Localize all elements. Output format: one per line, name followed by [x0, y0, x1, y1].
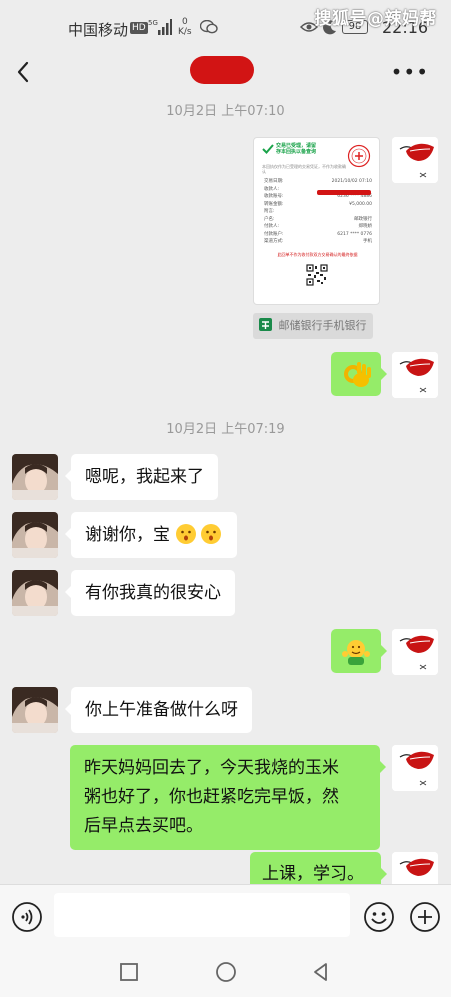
self-avatar[interactable]: [392, 629, 438, 675]
receipt-row-value: 郑晓娇: [358, 224, 373, 229]
check-icon: [262, 144, 274, 154]
ok-hand-icon: [344, 362, 371, 387]
receipt-row: 户名: 邮政银行: [264, 216, 372, 224]
emoji-picker-icon[interactable]: [363, 901, 395, 933]
home-circle-icon[interactable]: [214, 960, 238, 984]
text-message[interactable]: 嗯呢，我起来了: [65, 454, 218, 500]
wechat-notification-icon: [200, 20, 218, 34]
red-lips-avatar-icon: [392, 745, 438, 791]
portrait-avatar-icon: [12, 570, 58, 616]
net-speed-value: 0: [181, 17, 188, 27]
text-message[interactable]: 你上午准备做什么呀: [65, 687, 252, 733]
text-message-long[interactable]: 昨天妈妈回去了，今天我烧的玉米 粥也好了，你也赶紧吃完早饭，然 后早点去买吧。: [70, 745, 386, 850]
receipt-row: 交易日期: 2021/10/02 07:10: [264, 178, 372, 186]
message-timestamp: 10月2日 上午07:10: [166, 104, 285, 119]
text-message[interactable]: 有你我真的很安心: [65, 570, 235, 616]
receipt-title-line2: 存本回执以备查询: [276, 149, 317, 155]
receipt-row-label: 户名:: [264, 216, 275, 222]
back-arrow-icon[interactable]: [12, 58, 36, 86]
bank-seal-icon: [347, 144, 371, 168]
system-navigation-bar: [0, 946, 451, 997]
receipt-row: 渠道方式: 手机: [264, 238, 372, 246]
contact-avatar[interactable]: [12, 454, 58, 500]
receipt-row-label: 收款人:: [264, 186, 280, 192]
receipt-row-value: ¥5,000.00: [349, 201, 372, 207]
receipt-row-label: 渠道方式:: [264, 239, 284, 244]
status-bar: 中国移动 HD 5G 0 K/s 98 22:16 搜狐号@辣妈帮: [0, 0, 451, 52]
chat-header: •••: [0, 52, 451, 92]
receipt-redaction: [317, 190, 371, 195]
self-avatar[interactable]: [392, 745, 438, 791]
source-app-label: 邮储银行手机银行: [278, 319, 367, 332]
contact-avatar[interactable]: [12, 570, 58, 616]
waving-emoji-icon: [342, 640, 370, 665]
portrait-avatar-icon: [12, 512, 58, 558]
receipt-row-label: 付款账户:: [264, 231, 284, 237]
receipt-rows: 交易日期: 2021/10/02 07:10 收款人: 收款账号: 6236 **** …: [264, 178, 372, 246]
hd-badge: HD: [130, 22, 148, 34]
contact-avatar[interactable]: [12, 687, 58, 733]
source-app-tag[interactable]: 邮储银行手机银行: [253, 313, 373, 339]
more-options-button[interactable]: •••: [391, 60, 429, 84]
receipt-note: 本回执仅作为已受理的交易凭证，不作为收款确认: [262, 164, 346, 174]
text-message-with-emoji[interactable]: 谢谢你，宝: [64, 512, 238, 558]
receipt-row: 附言:: [264, 208, 372, 216]
receipt-footer-note: 此回单不作为收付款双方交易确认的最终依据: [277, 252, 358, 257]
net-speed-unit: K/s: [178, 27, 192, 37]
portrait-avatar-icon: [12, 454, 58, 500]
sticker-message[interactable]: [331, 352, 387, 396]
carrier-label: 中国移动: [68, 21, 129, 39]
receipt-row: 付款账户: 6217 **** 0776: [264, 231, 372, 239]
message-line: 粥也好了，你也赶紧吃完早饭，然: [84, 787, 339, 807]
receipt-row-label: 附言:: [264, 209, 275, 214]
receipt-row: 付款人: 郑晓娇: [264, 223, 372, 231]
receipt-row-label: 付款人:: [264, 224, 280, 229]
contact-name-redacted: [190, 56, 254, 84]
red-lips-avatar-icon: [392, 137, 438, 183]
message-timestamp: 10月2日 上午07:19: [166, 422, 285, 437]
receipt-row-label: 收款账号:: [264, 194, 284, 199]
signal-type: 5G: [148, 19, 158, 27]
self-avatar[interactable]: [392, 352, 438, 398]
receipt-row-value: 2021/10/02 07:10: [331, 179, 372, 184]
message-text-input[interactable]: [54, 893, 350, 937]
portrait-avatar-icon: [12, 687, 58, 733]
sticker-message[interactable]: [331, 629, 387, 673]
qr-code-icon: [306, 264, 328, 286]
message-input-bar: [0, 884, 451, 946]
self-avatar[interactable]: [392, 137, 438, 183]
receipt-row-value: 6217 **** 0776: [337, 231, 372, 237]
receipt-row-value: 手机: [363, 239, 372, 244]
recent-apps-square-icon[interactable]: [117, 960, 141, 984]
red-lips-avatar-icon: [392, 629, 438, 675]
net-speed: 0 K/s: [178, 17, 192, 37]
kissing-face-emoji-icon: [176, 524, 222, 544]
receipt-row: 转账金额: ¥5,000.00: [264, 201, 372, 209]
receipt-row-label: 转账金额:: [264, 201, 284, 207]
receipt-image-message[interactable]: 交易已受理，请留 存本回执以备查询 本回执仅作为已受理的交易凭证，不作为收款确认…: [253, 137, 380, 305]
receipt-row-value: 邮政银行: [354, 216, 372, 222]
message-line: 后早点去买吧。: [84, 816, 203, 836]
red-lips-avatar-icon: [392, 352, 438, 398]
signal-icon: 5G: [148, 19, 172, 35]
back-triangle-icon[interactable]: [309, 960, 333, 984]
message-text: 谢谢你，宝: [85, 525, 170, 545]
more-functions-plus-icon[interactable]: [409, 901, 441, 933]
voice-input-icon[interactable]: [11, 901, 43, 933]
contact-avatar[interactable]: [12, 512, 58, 558]
message-line: 昨天妈妈回去了，今天我烧的玉米: [84, 758, 339, 778]
watermark: 搜狐号@辣妈帮: [314, 9, 437, 29]
postal-bank-logo-icon: [259, 315, 272, 331]
receipt-row-label: 交易日期:: [264, 179, 284, 184]
